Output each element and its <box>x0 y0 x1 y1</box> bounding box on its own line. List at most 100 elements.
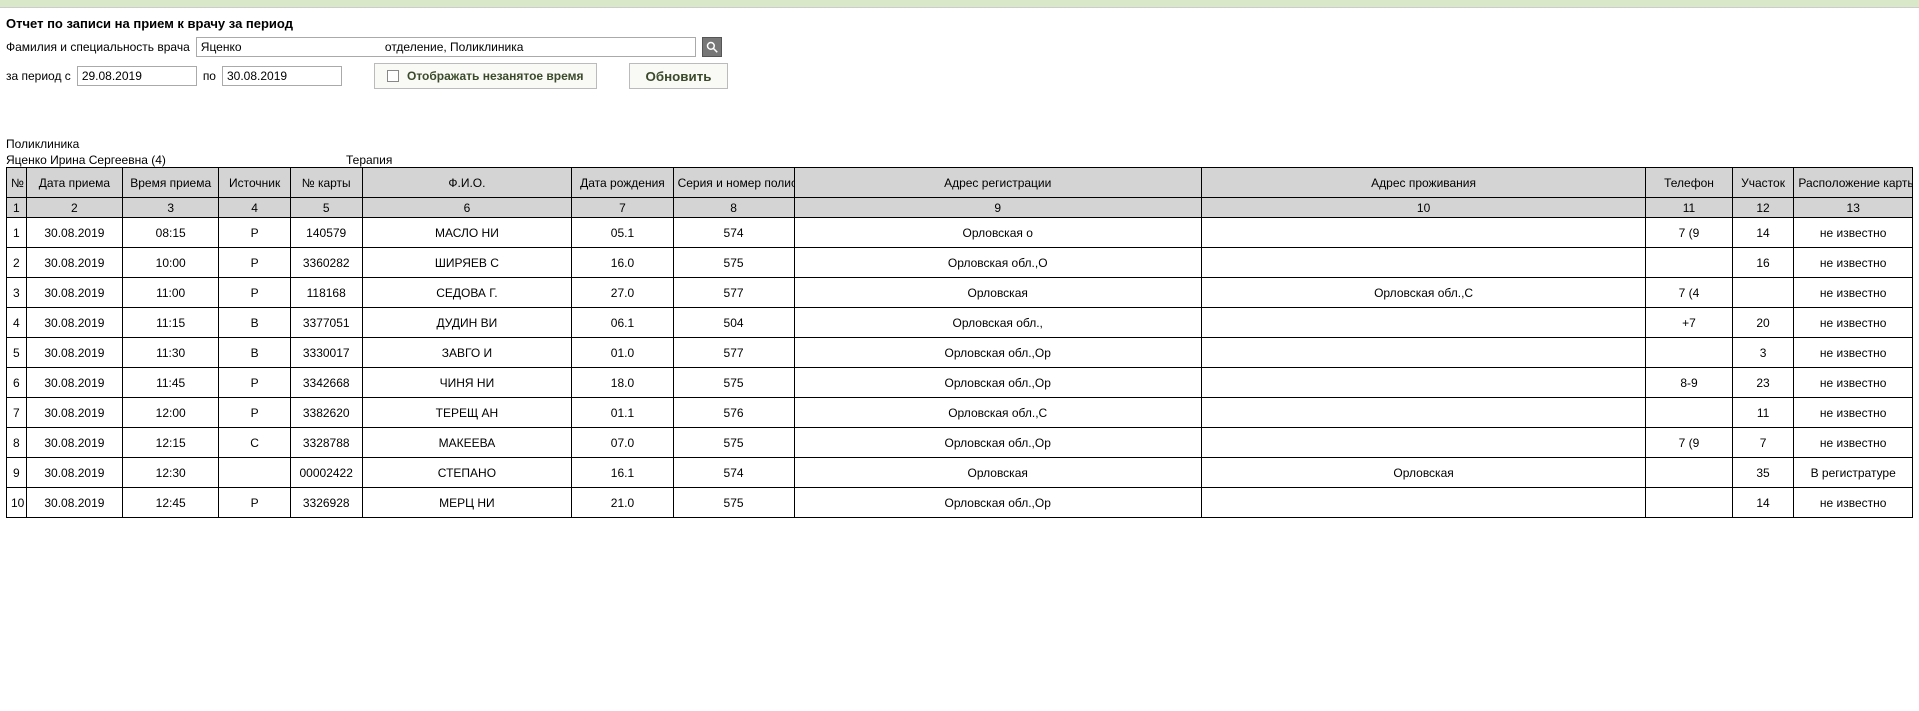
cell-reg: Орловская <box>794 278 1201 308</box>
cell-live <box>1201 428 1645 458</box>
cell-phone <box>1646 338 1732 368</box>
cell-dob: 06.1 <box>572 308 673 338</box>
table-row[interactable]: 230.08.201910:00Р3360282ШИРЯЕВ С16.0575О… <box>7 248 1913 278</box>
cell-policy: 575 <box>673 368 794 398</box>
cell-time: 12:45 <box>123 488 219 518</box>
th-date: Дата приема <box>26 168 122 198</box>
cell-src: Р <box>219 218 291 248</box>
cell-date: 30.08.2019 <box>26 248 122 278</box>
cell-reg: Орловская обл.,Ор <box>794 488 1201 518</box>
cell-district: 20 <box>1732 308 1794 338</box>
cell-src: Р <box>219 248 291 278</box>
table-row[interactable]: 630.08.201911:45Р3342668ЧИНЯ НИ18.0575Ор… <box>7 368 1913 398</box>
cell-src: Р <box>219 488 291 518</box>
table-row[interactable]: 430.08.201911:15В3377051ДУДИН ВИ06.1504О… <box>7 308 1913 338</box>
table-row[interactable]: 930.08.201912:3000002422СТЕПАНО16.1574Ор… <box>7 458 1913 488</box>
cell-time: 11:00 <box>123 278 219 308</box>
cell-policy: 504 <box>673 308 794 338</box>
table-row[interactable]: 1030.08.201912:45Р3326928МЕРЦ НИ21.0575О… <box>7 488 1913 518</box>
cell-phone <box>1646 458 1732 488</box>
doctor-input[interactable] <box>196 37 696 57</box>
cell-live: Орловская <box>1201 458 1645 488</box>
cell-phone <box>1646 248 1732 278</box>
cell-time: 08:15 <box>123 218 219 248</box>
cell-time: 12:15 <box>123 428 219 458</box>
cell-n: 7 <box>7 398 27 428</box>
cell-district <box>1732 278 1794 308</box>
date-from-input[interactable] <box>77 66 197 86</box>
cell-phone: 8-9 <box>1646 368 1732 398</box>
thn-7: 7 <box>572 198 673 218</box>
specialty-line: Терапия <box>346 153 392 167</box>
cell-dob: 01.1 <box>572 398 673 428</box>
cell-fio: ДУДИН ВИ <box>362 308 572 338</box>
th-dob: Дата рождения <box>572 168 673 198</box>
cell-live: Орловская обл.,С <box>1201 278 1645 308</box>
cell-live <box>1201 488 1645 518</box>
thn-2: 2 <box>26 198 122 218</box>
cell-district: 14 <box>1732 218 1794 248</box>
table-row[interactable]: 330.08.201911:00Р118168СЕДОВА Г.27.0577О… <box>7 278 1913 308</box>
cell-dob: 27.0 <box>572 278 673 308</box>
cell-reg: Орловская обл.,О <box>794 248 1201 278</box>
cell-card: 3326928 <box>290 488 362 518</box>
cell-fio: ШИРЯЕВ С <box>362 248 572 278</box>
cell-time: 12:00 <box>123 398 219 428</box>
thn-10: 10 <box>1201 198 1645 218</box>
cell-loc: не известно <box>1794 488 1913 518</box>
cell-card: 3377051 <box>290 308 362 338</box>
cell-card: 3382620 <box>290 398 362 428</box>
cell-loc: не известно <box>1794 278 1913 308</box>
cell-phone: +7 <box>1646 308 1732 338</box>
table-row[interactable]: 830.08.201912:15С3328788МАКЕЕВА07.0575Ор… <box>7 428 1913 458</box>
thn-12: 12 <box>1732 198 1794 218</box>
refresh-button[interactable]: Обновить <box>629 63 729 89</box>
thn-8: 8 <box>673 198 794 218</box>
cell-live <box>1201 338 1645 368</box>
cell-date: 30.08.2019 <box>26 488 122 518</box>
cell-policy: 575 <box>673 488 794 518</box>
cell-card: 00002422 <box>290 458 362 488</box>
cell-fio: ЧИНЯ НИ <box>362 368 572 398</box>
top-bar <box>0 0 1919 8</box>
show-free-time-toggle[interactable]: Отображать незанятое время <box>374 63 597 89</box>
cell-fio: МАСЛО НИ <box>362 218 572 248</box>
cell-fio: МЕРЦ НИ <box>362 488 572 518</box>
cell-date: 30.08.2019 <box>26 218 122 248</box>
cell-loc: не известно <box>1794 428 1913 458</box>
thn-3: 3 <box>123 198 219 218</box>
clinic-name: Поликлиника <box>6 137 1913 151</box>
cell-reg: Орловская обл.,С <box>794 398 1201 428</box>
date-to-input[interactable] <box>222 66 342 86</box>
th-policy: Серия и номер полиса <box>673 168 794 198</box>
cell-reg: Орловская <box>794 458 1201 488</box>
cell-fio: СЕДОВА Г. <box>362 278 572 308</box>
cell-live <box>1201 218 1645 248</box>
cell-time: 10:00 <box>123 248 219 278</box>
cell-dob: 07.0 <box>572 428 673 458</box>
thn-11: 11 <box>1646 198 1732 218</box>
cell-loc: не известно <box>1794 308 1913 338</box>
cell-card: 3330017 <box>290 338 362 368</box>
th-card: № карты <box>290 168 362 198</box>
cell-card: 140579 <box>290 218 362 248</box>
table-row[interactable]: 130.08.201908:15Р140579МАСЛО НИ05.1574Ор… <box>7 218 1913 248</box>
search-icon[interactable] <box>702 37 722 57</box>
table-row[interactable]: 530.08.201911:30В3330017ЗАВГО И01.0577Ор… <box>7 338 1913 368</box>
cell-date: 30.08.2019 <box>26 428 122 458</box>
appointments-table: № Дата приема Время приема Источник № ка… <box>6 167 1913 518</box>
cell-n: 1 <box>7 218 27 248</box>
cell-card: 118168 <box>290 278 362 308</box>
cell-src: В <box>219 308 291 338</box>
cell-src: Р <box>219 278 291 308</box>
cell-phone: 7 (9 <box>1646 428 1732 458</box>
th-n: № <box>7 168 27 198</box>
cell-date: 30.08.2019 <box>26 458 122 488</box>
cell-n: 5 <box>7 338 27 368</box>
cell-time: 11:30 <box>123 338 219 368</box>
cell-time: 11:45 <box>123 368 219 398</box>
cell-dob: 16.0 <box>572 248 673 278</box>
page-title: Отчет по записи на прием к врачу за пери… <box>6 16 1913 31</box>
table-row[interactable]: 730.08.201912:00Р3382620ТЕРЕЩ АН01.1576О… <box>7 398 1913 428</box>
doctor-label: Фамилия и специальность врача <box>6 40 190 54</box>
